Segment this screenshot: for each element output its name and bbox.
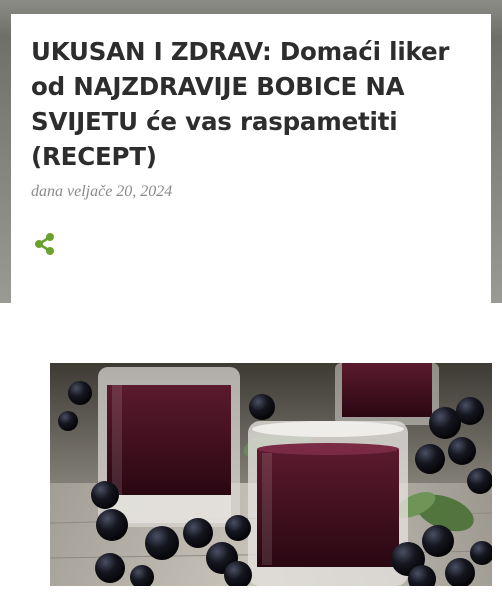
article-header-card: UKUSAN I ZDRAV: Domaći liker od NAJZDRAV… xyxy=(11,14,491,303)
article-photo xyxy=(50,363,492,586)
article-title: UKUSAN I ZDRAV: Domaći liker od NAJZDRAV… xyxy=(31,37,450,171)
share-icon[interactable] xyxy=(31,230,59,258)
article-date: dana veljače 20, 2024 xyxy=(31,183,173,200)
